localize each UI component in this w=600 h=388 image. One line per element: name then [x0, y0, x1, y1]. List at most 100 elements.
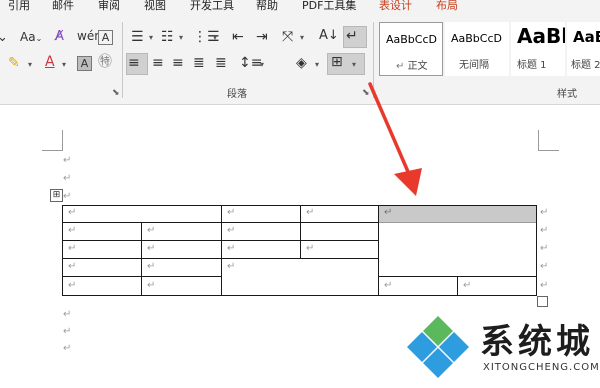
paragraph-mark: ↵: [63, 326, 72, 337]
tab-table-design[interactable]: 表设计: [379, 0, 412, 13]
margin-corner-top-left: [42, 130, 63, 151]
table-border: [141, 222, 142, 296]
cell-mark: ↵: [147, 280, 156, 291]
font-case-icon[interactable]: Aa⌄: [20, 29, 42, 47]
table-cell-selected[interactable]: [379, 205, 537, 222]
styles-gallery: AaBbCcD ↵ 正文 AaBbCcD 无间隔 AaBl 标题 1 AaBb …: [379, 22, 600, 78]
group-separator: [122, 22, 123, 98]
style-heading-1[interactable]: AaBl 标题 1: [511, 22, 565, 76]
decrease-indent-icon[interactable]: ⇤: [232, 29, 244, 45]
font-color-caret-icon[interactable]: ▾: [62, 60, 66, 69]
table-border: [378, 205, 379, 296]
table-border: [62, 276, 222, 277]
table-border: [62, 205, 63, 296]
borders-icon: ⊞: [331, 54, 343, 70]
enclose-char-icon[interactable]: ㊕: [98, 54, 112, 70]
tab-developer[interactable]: 开发工具: [190, 0, 234, 13]
table-border: [379, 276, 537, 277]
paragraph-mark: ↵: [63, 309, 72, 320]
style-sample: AaBbCcD: [451, 32, 502, 45]
cell-mark: ↵: [306, 243, 315, 254]
align-center-icon[interactable]: ≡: [152, 55, 164, 71]
tab-table-layout[interactable]: 布局: [436, 0, 458, 13]
clear-format-icon[interactable]: A̸: [55, 29, 64, 45]
cell-mark: ↵: [384, 280, 393, 291]
align-left-icon: ≡: [128, 55, 140, 71]
style-heading-2[interactable]: AaBb 标题 2: [567, 22, 600, 76]
style-name: 标题 1: [517, 60, 547, 71]
style-sample: AaBl: [517, 24, 565, 48]
distributed-icon[interactable]: ≣: [215, 55, 227, 71]
highlight-caret-icon[interactable]: ▾: [28, 60, 32, 69]
cell-mark: ↵: [384, 207, 393, 218]
font-case-label: Aa: [20, 30, 36, 44]
tab-pdf-tools[interactable]: PDF工具集: [302, 0, 356, 13]
shading-icon[interactable]: ◈: [296, 55, 307, 71]
ribbon: 引用 邮件 审阅 视图 开发工具 帮助 PDF工具集 表设计 布局 ⌄ Aa⌄ …: [0, 0, 600, 105]
style-normal[interactable]: AaBbCcD ↵ 正文: [379, 22, 443, 76]
numbering-icon[interactable]: ☷: [161, 29, 174, 45]
paragraph-mark: ↵: [63, 155, 72, 166]
watermark-logo-icon: [407, 316, 469, 378]
cell-mark: ↵: [68, 225, 77, 236]
cell-mark: ↵: [227, 261, 236, 272]
watermark-subtitle: XITONGCHENG.COM: [483, 362, 600, 373]
line-spacing-caret-icon[interactable]: ▾: [260, 60, 264, 69]
table-border: [379, 222, 537, 223]
row-end-mark: ↵: [540, 225, 549, 236]
justify-icon[interactable]: ≣: [193, 55, 205, 71]
row-end-mark: ↵: [540, 280, 549, 291]
tab-help[interactable]: 帮助: [256, 0, 278, 13]
borders-caret-icon: ▾: [352, 60, 357, 69]
style-sample: AaBbCcD: [386, 33, 437, 46]
tab-mailings[interactable]: 邮件: [52, 0, 74, 13]
paragraph-mark: ↵: [63, 173, 72, 184]
cell-mark: ↵: [463, 280, 472, 291]
highlight-icon[interactable]: ✎: [8, 55, 20, 71]
table-resize-handle-icon[interactable]: [537, 296, 548, 307]
cell-mark: ↵: [147, 225, 156, 236]
word-table[interactable]: ↵ ↵ ↵ ↵ ↵ ↵ ↵ ↵ ↵ ↵ ↵ ↵ ↵ ↵ ↵ ↵ ↵ ↵ ↵ ↵ …: [62, 205, 548, 296]
font-dialog-launcher-icon[interactable]: ⬊: [112, 88, 120, 98]
chinese-layout-caret-icon[interactable]: ▾: [300, 33, 304, 42]
cell-mark: ↵: [68, 243, 77, 254]
numbering-caret-icon[interactable]: ▾: [179, 33, 183, 42]
cell-mark: ↵: [68, 280, 77, 291]
row-end-mark: ↵: [540, 207, 549, 218]
bullets-icon[interactable]: ☰: [131, 29, 144, 45]
multilevel-caret-icon[interactable]: ▾: [213, 33, 217, 42]
bullets-caret-icon[interactable]: ▾: [149, 33, 153, 42]
font-color-icon[interactable]: A: [45, 54, 55, 70]
margin-corner-top-right: [538, 130, 559, 151]
shading-caret-icon[interactable]: ▾: [315, 60, 319, 69]
cell-mark: ↵: [147, 261, 156, 272]
char-shading-icon[interactable]: A: [77, 56, 92, 71]
style-name: 标题 2: [571, 60, 600, 71]
cell-mark: ↵: [68, 261, 77, 272]
style-no-spacing[interactable]: AaBbCcD 无间隔: [445, 22, 509, 76]
line-spacing-icon[interactable]: ↕≡: [239, 55, 262, 71]
font-size-caret-icon[interactable]: ⌄: [0, 30, 8, 46]
style-sample: AaBb: [573, 28, 600, 46]
site-watermark: 系统城 XITONGCHENG.COM: [405, 310, 600, 388]
char-border-icon[interactable]: A: [98, 30, 113, 45]
align-right-icon[interactable]: ≡: [172, 55, 184, 71]
chinese-layout-icon[interactable]: ⤧: [282, 29, 293, 45]
table-move-handle-icon[interactable]: ⊞: [50, 189, 63, 202]
watermark-title: 系统城: [480, 322, 594, 362]
increase-indent-icon[interactable]: ⇥: [256, 29, 268, 45]
table-border: [221, 205, 222, 296]
tab-view[interactable]: 视图: [144, 0, 166, 13]
cell-mark: ↵: [306, 207, 315, 218]
tab-review[interactable]: 审阅: [98, 0, 120, 13]
annotation-arrow: [368, 82, 422, 196]
cell-mark: ↵: [147, 243, 156, 254]
group-label-styles: 样式: [557, 89, 577, 100]
table-border: [300, 205, 301, 258]
tab-references[interactable]: 引用: [8, 0, 30, 13]
table-border: [457, 276, 458, 296]
table-border: [62, 295, 537, 296]
cell-mark: ↵: [227, 243, 236, 254]
row-end-mark: ↵: [540, 243, 549, 254]
sort-icon[interactable]: A↓: [319, 28, 339, 44]
